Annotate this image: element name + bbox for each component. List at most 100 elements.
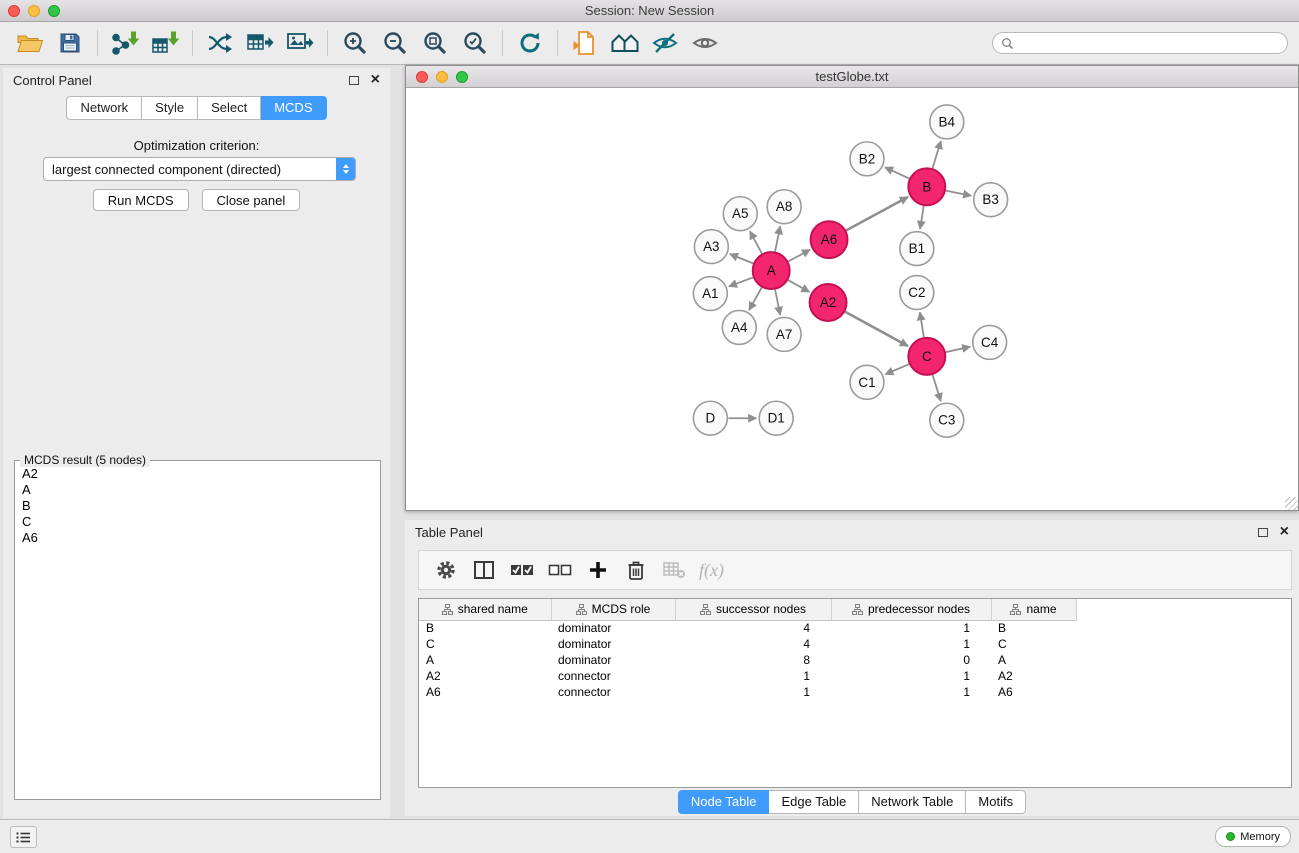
- export-network-button[interactable]: [200, 26, 240, 60]
- search-field[interactable]: [992, 32, 1288, 54]
- zoom-network-button[interactable]: [456, 71, 468, 83]
- column-header-name[interactable]: name: [991, 599, 1076, 620]
- zoom-selected-button[interactable]: [455, 26, 495, 60]
- mcds-result-item[interactable]: C: [22, 514, 373, 530]
- edge-A-A6[interactable]: [788, 250, 810, 262]
- edge-A6-B[interactable]: [846, 197, 908, 230]
- open-session-button[interactable]: [10, 26, 50, 60]
- close-panel-button[interactable]: Close panel: [202, 189, 301, 211]
- float-panel-icon[interactable]: [349, 76, 359, 85]
- edge-A-A1[interactable]: [729, 277, 753, 286]
- apply-function-button[interactable]: f(x): [695, 555, 728, 585]
- edge-A-A7[interactable]: [775, 290, 780, 315]
- tab-network[interactable]: Network: [66, 96, 142, 120]
- close-panel-icon[interactable]: ×: [371, 72, 380, 88]
- table-row[interactable]: A6connector11A6: [419, 684, 1291, 700]
- node-B[interactable]: B: [908, 168, 945, 205]
- edge-B-B3[interactable]: [946, 191, 971, 196]
- node-A2[interactable]: A2: [810, 284, 847, 321]
- node-A1[interactable]: A1: [693, 277, 727, 311]
- close-table-panel-icon[interactable]: ×: [1280, 524, 1289, 540]
- show-details-button[interactable]: [685, 26, 725, 60]
- table-settings-button[interactable]: [429, 555, 463, 585]
- node-A8[interactable]: A8: [767, 190, 801, 224]
- network-canvas[interactable]: B4 B2 B B3 A5 A8 A6 B1 A3 A C2 A1 A2 A4 A7 C4 C C1 C3 D D1: [406, 89, 1298, 510]
- deselect-all-button[interactable]: [543, 555, 577, 585]
- node-C4[interactable]: C4: [973, 325, 1007, 359]
- edge-B-B4[interactable]: [933, 141, 941, 168]
- home-button[interactable]: [605, 26, 645, 60]
- select-all-button[interactable]: [505, 555, 539, 585]
- edge-C-C1[interactable]: [885, 364, 909, 374]
- search-input[interactable]: [1019, 36, 1279, 50]
- clipboard-button[interactable]: [565, 26, 605, 60]
- node-C3[interactable]: C3: [930, 403, 964, 437]
- export-image-button[interactable]: [280, 26, 320, 60]
- table-row[interactable]: Adominator80A: [419, 652, 1291, 668]
- edge-A2-C[interactable]: [845, 312, 908, 346]
- column-header-predecessor-nodes[interactable]: predecessor nodes: [831, 599, 991, 620]
- zoom-window-button[interactable]: [48, 5, 60, 17]
- float-table-panel-icon[interactable]: [1258, 528, 1268, 537]
- tab-mcds[interactable]: MCDS: [261, 96, 326, 120]
- edge-C-C3[interactable]: [933, 375, 941, 401]
- node-A3[interactable]: A3: [694, 230, 728, 264]
- edge-B-B2[interactable]: [885, 167, 909, 178]
- node-B3[interactable]: B3: [974, 183, 1008, 217]
- close-network-button[interactable]: [416, 71, 428, 83]
- tab-style[interactable]: Style: [142, 96, 198, 120]
- column-header-MCDS-role[interactable]: MCDS role: [551, 599, 675, 620]
- export-table-button[interactable]: [240, 26, 280, 60]
- column-header-shared-name[interactable]: shared name: [419, 599, 551, 620]
- tab-select[interactable]: Select: [198, 96, 261, 120]
- column-header-successor-nodes[interactable]: successor nodes: [675, 599, 831, 620]
- node-D1[interactable]: D1: [759, 401, 793, 435]
- mcds-result-item[interactable]: B: [22, 498, 373, 514]
- node-D[interactable]: D: [693, 401, 727, 435]
- node-A4[interactable]: A4: [722, 310, 756, 344]
- tab-node-table[interactable]: Node Table: [678, 790, 770, 814]
- edge-B-B1[interactable]: [920, 206, 924, 229]
- node-C2[interactable]: C2: [900, 276, 934, 310]
- node-A5[interactable]: A5: [723, 197, 757, 231]
- delete-row-button[interactable]: [619, 555, 653, 585]
- show-panel-button[interactable]: [10, 826, 37, 848]
- tab-motifs[interactable]: Motifs: [966, 790, 1026, 814]
- node-B4[interactable]: B4: [930, 105, 964, 139]
- zoom-fit-button[interactable]: [415, 26, 455, 60]
- node-C1[interactable]: C1: [850, 365, 884, 399]
- table-row[interactable]: Cdominator41C: [419, 636, 1291, 652]
- node-table[interactable]: shared nameMCDS rolesuccessor nodesprede…: [418, 598, 1292, 788]
- network-graph[interactable]: B4 B2 B B3 A5 A8 A6 B1 A3 A C2 A1 A2 A4 A7 C4 C C1 C3 D D1: [406, 89, 1298, 510]
- edge-C-C4[interactable]: [946, 347, 970, 352]
- zoom-in-button[interactable]: [335, 26, 375, 60]
- optimization-dropdown[interactable]: largest connected component (directed): [43, 157, 356, 181]
- table-row[interactable]: Bdominator41B: [419, 620, 1291, 636]
- close-window-button[interactable]: [8, 5, 20, 17]
- minimize-network-button[interactable]: [436, 71, 448, 83]
- node-C[interactable]: C: [908, 338, 945, 375]
- edge-A-A5[interactable]: [750, 231, 762, 253]
- table-row[interactable]: A2connector11A2: [419, 668, 1291, 684]
- node-A[interactable]: A: [753, 252, 790, 289]
- import-table-button[interactable]: [145, 26, 185, 60]
- mcds-result-item[interactable]: A: [22, 482, 373, 498]
- refresh-button[interactable]: [510, 26, 550, 60]
- run-mcds-button[interactable]: Run MCDS: [93, 189, 189, 211]
- node-A7[interactable]: A7: [767, 317, 801, 351]
- hide-details-button[interactable]: [645, 26, 685, 60]
- node-A6[interactable]: A6: [811, 221, 848, 258]
- mcds-result-item[interactable]: A6: [22, 530, 373, 546]
- edge-A-A4[interactable]: [749, 288, 762, 311]
- node-B2[interactable]: B2: [850, 142, 884, 176]
- import-network-button[interactable]: [105, 26, 145, 60]
- edge-A-A2[interactable]: [788, 280, 809, 292]
- show-columns-button[interactable]: [467, 555, 501, 585]
- add-row-button[interactable]: [581, 555, 615, 585]
- delete-table-button[interactable]: [657, 555, 691, 585]
- edge-A-A3[interactable]: [730, 254, 753, 263]
- node-B1[interactable]: B1: [900, 232, 934, 266]
- edge-C-C2[interactable]: [920, 312, 924, 337]
- tab-network-table[interactable]: Network Table: [859, 790, 966, 814]
- mcds-result-item[interactable]: A2: [22, 466, 373, 482]
